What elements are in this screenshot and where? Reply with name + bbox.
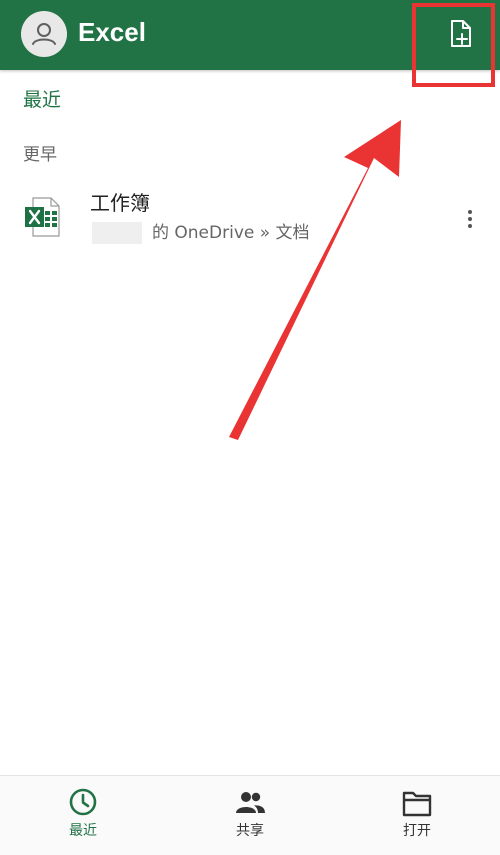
nav-tab-label: 共享 [236,823,264,839]
people-icon [236,792,265,813]
annotation-arrow [229,120,401,440]
clock-icon [69,788,97,816]
nav-tab-shared[interactable]: 共享 [167,776,333,855]
nav-tab-label: 打开 [403,823,431,839]
bottom-navigation: 最近 共享 打开 [0,775,500,855]
nav-tab-label: 最近 [69,823,97,839]
nav-tab-open[interactable]: 打开 [334,776,500,855]
folder-icon [402,791,432,817]
nav-tab-recent[interactable]: 最近 [0,776,166,855]
